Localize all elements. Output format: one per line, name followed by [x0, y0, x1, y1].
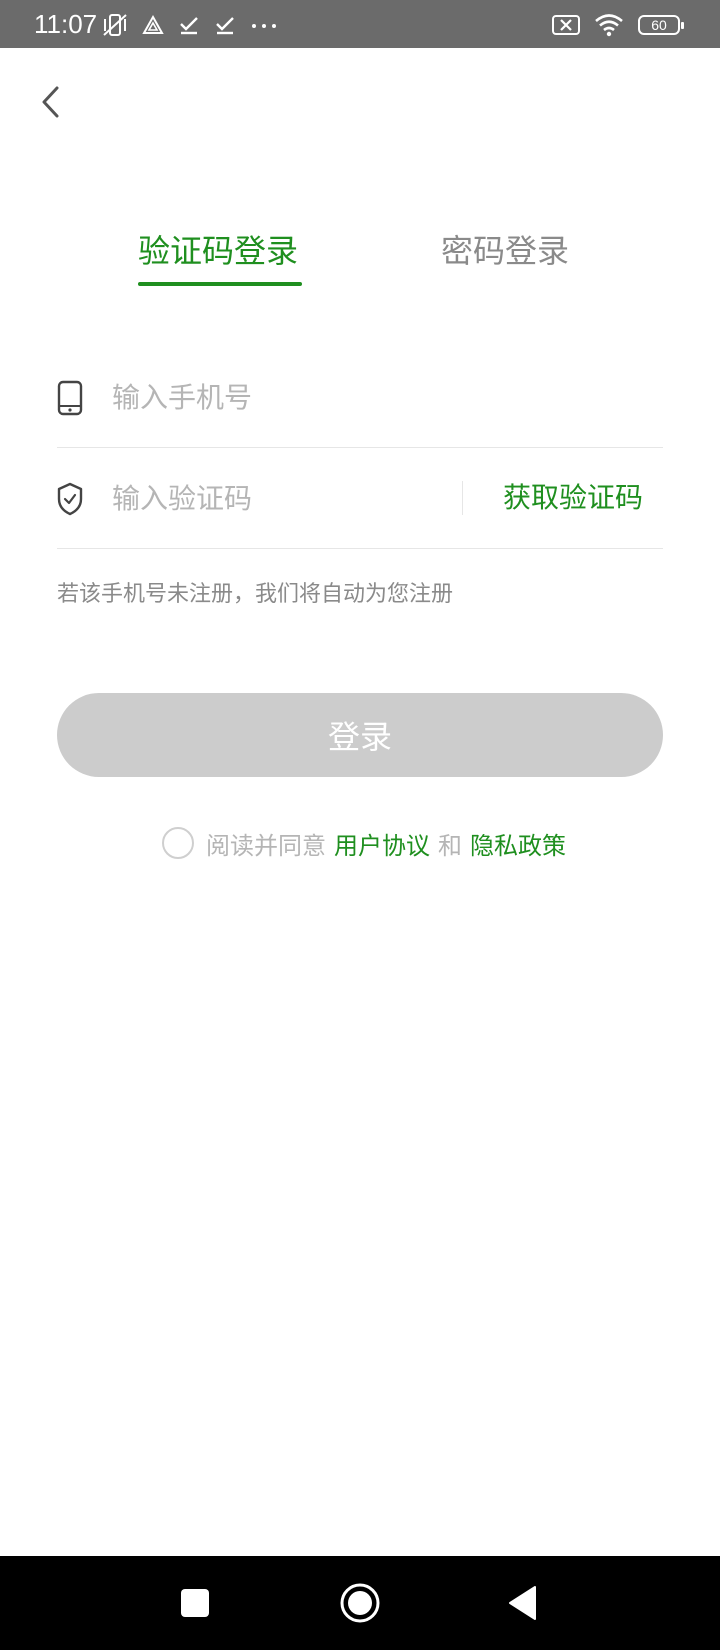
shield-check-icon: [57, 482, 83, 516]
tab-active-indicator: [138, 282, 302, 286]
login-button[interactable]: 登录: [57, 693, 663, 777]
mute-vibrate-icon: [103, 14, 127, 36]
agreement-prefix: 阅读并同意: [206, 831, 326, 860]
nav-back-button[interactable]: [482, 1556, 562, 1650]
agreement-and: 和: [438, 831, 462, 860]
nav-home-button[interactable]: [320, 1556, 400, 1650]
agree-checkbox[interactable]: [162, 827, 194, 859]
square-icon: [181, 1589, 209, 1617]
chevron-left-icon: [42, 86, 59, 118]
battery-icon: 60: [638, 15, 684, 35]
phone-input[interactable]: [112, 374, 652, 420]
privacy-policy-link[interactable]: 隐私政策: [470, 826, 566, 861]
back-button[interactable]: [30, 78, 70, 126]
triangle-back-icon: [509, 1586, 536, 1620]
battery-level: 60: [651, 17, 667, 33]
field-divider: [462, 481, 463, 515]
login-screen: 11:07 60 验证码登录 密码登录 输入手机号 输入验证码 获取验证码 若该…: [0, 0, 720, 1650]
agreement-row: 阅读并同意 用户协议 和 隐私政策: [162, 826, 566, 860]
more-dots-icon: [252, 24, 276, 28]
tab-password-login[interactable]: 密码登录: [441, 226, 569, 276]
status-time: 11:07: [34, 9, 98, 39]
triangle-icon: [142, 14, 164, 34]
code-field-row: 获取验证码: [57, 449, 663, 549]
sim-off-icon: [552, 15, 580, 35]
get-code-button[interactable]: 获取验证码: [503, 473, 643, 523]
check-icon: [216, 17, 234, 35]
status-icons-right: 60: [552, 12, 684, 38]
check-icon: [180, 17, 198, 35]
nav-recents-button[interactable]: [155, 1556, 235, 1650]
phone-field-row: [57, 348, 663, 448]
status-bar: 11:07 60: [0, 0, 720, 48]
system-nav-bar: [0, 1556, 720, 1650]
tab-sms-login[interactable]: 验证码登录: [138, 226, 298, 276]
wifi-icon: [595, 14, 623, 37]
phone-icon: [57, 380, 83, 416]
verification-code-input[interactable]: [112, 475, 452, 521]
status-icons-left: [102, 12, 278, 38]
auto-register-hint: 若该手机号未注册，我们将自动为您注册: [57, 582, 454, 607]
user-agreement-link[interactable]: 用户协议: [334, 826, 430, 861]
circle-icon: [340, 1583, 380, 1623]
